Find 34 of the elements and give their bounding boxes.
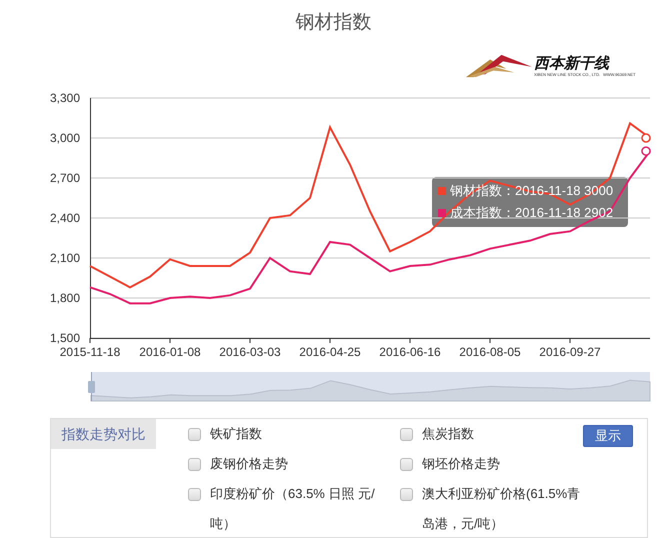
y-axis-label: 2,400 xyxy=(50,211,80,225)
x-axis-label: 2016-06-16 xyxy=(379,345,441,359)
checkbox[interactable] xyxy=(400,428,413,441)
x-axis-label: 2016-08-05 xyxy=(459,345,521,359)
x-axis-label: 2016-09-27 xyxy=(539,345,601,359)
checkbox[interactable] xyxy=(400,458,413,471)
zoom-handle[interactable] xyxy=(88,372,95,402)
mountain-logo-icon xyxy=(466,54,532,78)
y-axis-label: 2,100 xyxy=(50,251,80,265)
y-axis-label: 3,300 xyxy=(50,91,80,105)
y-axis-label: 1,800 xyxy=(50,291,80,305)
checkbox-label[interactable]: 铁矿指数 xyxy=(210,419,262,449)
show-button[interactable]: 显示 xyxy=(583,425,633,447)
checkbox-label[interactable]: 焦炭指数 xyxy=(422,419,474,449)
x-axis-label: 2016-04-25 xyxy=(299,345,361,359)
x-axis-label: 2016-03-03 xyxy=(219,345,281,359)
checkbox-label[interactable]: 印度粉矿价（63.5% 日照 元/吨） xyxy=(210,479,400,537)
logo-text: 西本新干线 xyxy=(534,56,610,72)
checkbox-label[interactable]: 钢坯价格走势 xyxy=(422,449,500,479)
section-label: 指数走势对比 xyxy=(51,419,156,449)
y-axis-label: 1,500 xyxy=(50,331,80,345)
chart-title: 钢材指数 xyxy=(294,11,372,35)
data-point xyxy=(641,146,651,156)
checkbox[interactable] xyxy=(188,428,201,441)
x-axis-label: 2015-11-18 xyxy=(60,345,120,359)
checkbox[interactable] xyxy=(188,488,201,501)
checkbox[interactable] xyxy=(188,458,201,471)
checkbox-label[interactable]: 澳大利亚粉矿价格(61.5%青岛港，元/吨） xyxy=(422,479,584,537)
checkbox-label[interactable]: 废钢价格走势 xyxy=(210,449,288,479)
x-axis-label: 2016-01-08 xyxy=(139,345,201,359)
y-axis-label: 2,700 xyxy=(50,171,80,185)
data-point xyxy=(641,133,651,143)
checkbox[interactable] xyxy=(400,488,413,501)
y-axis-label: 3,000 xyxy=(50,131,80,145)
